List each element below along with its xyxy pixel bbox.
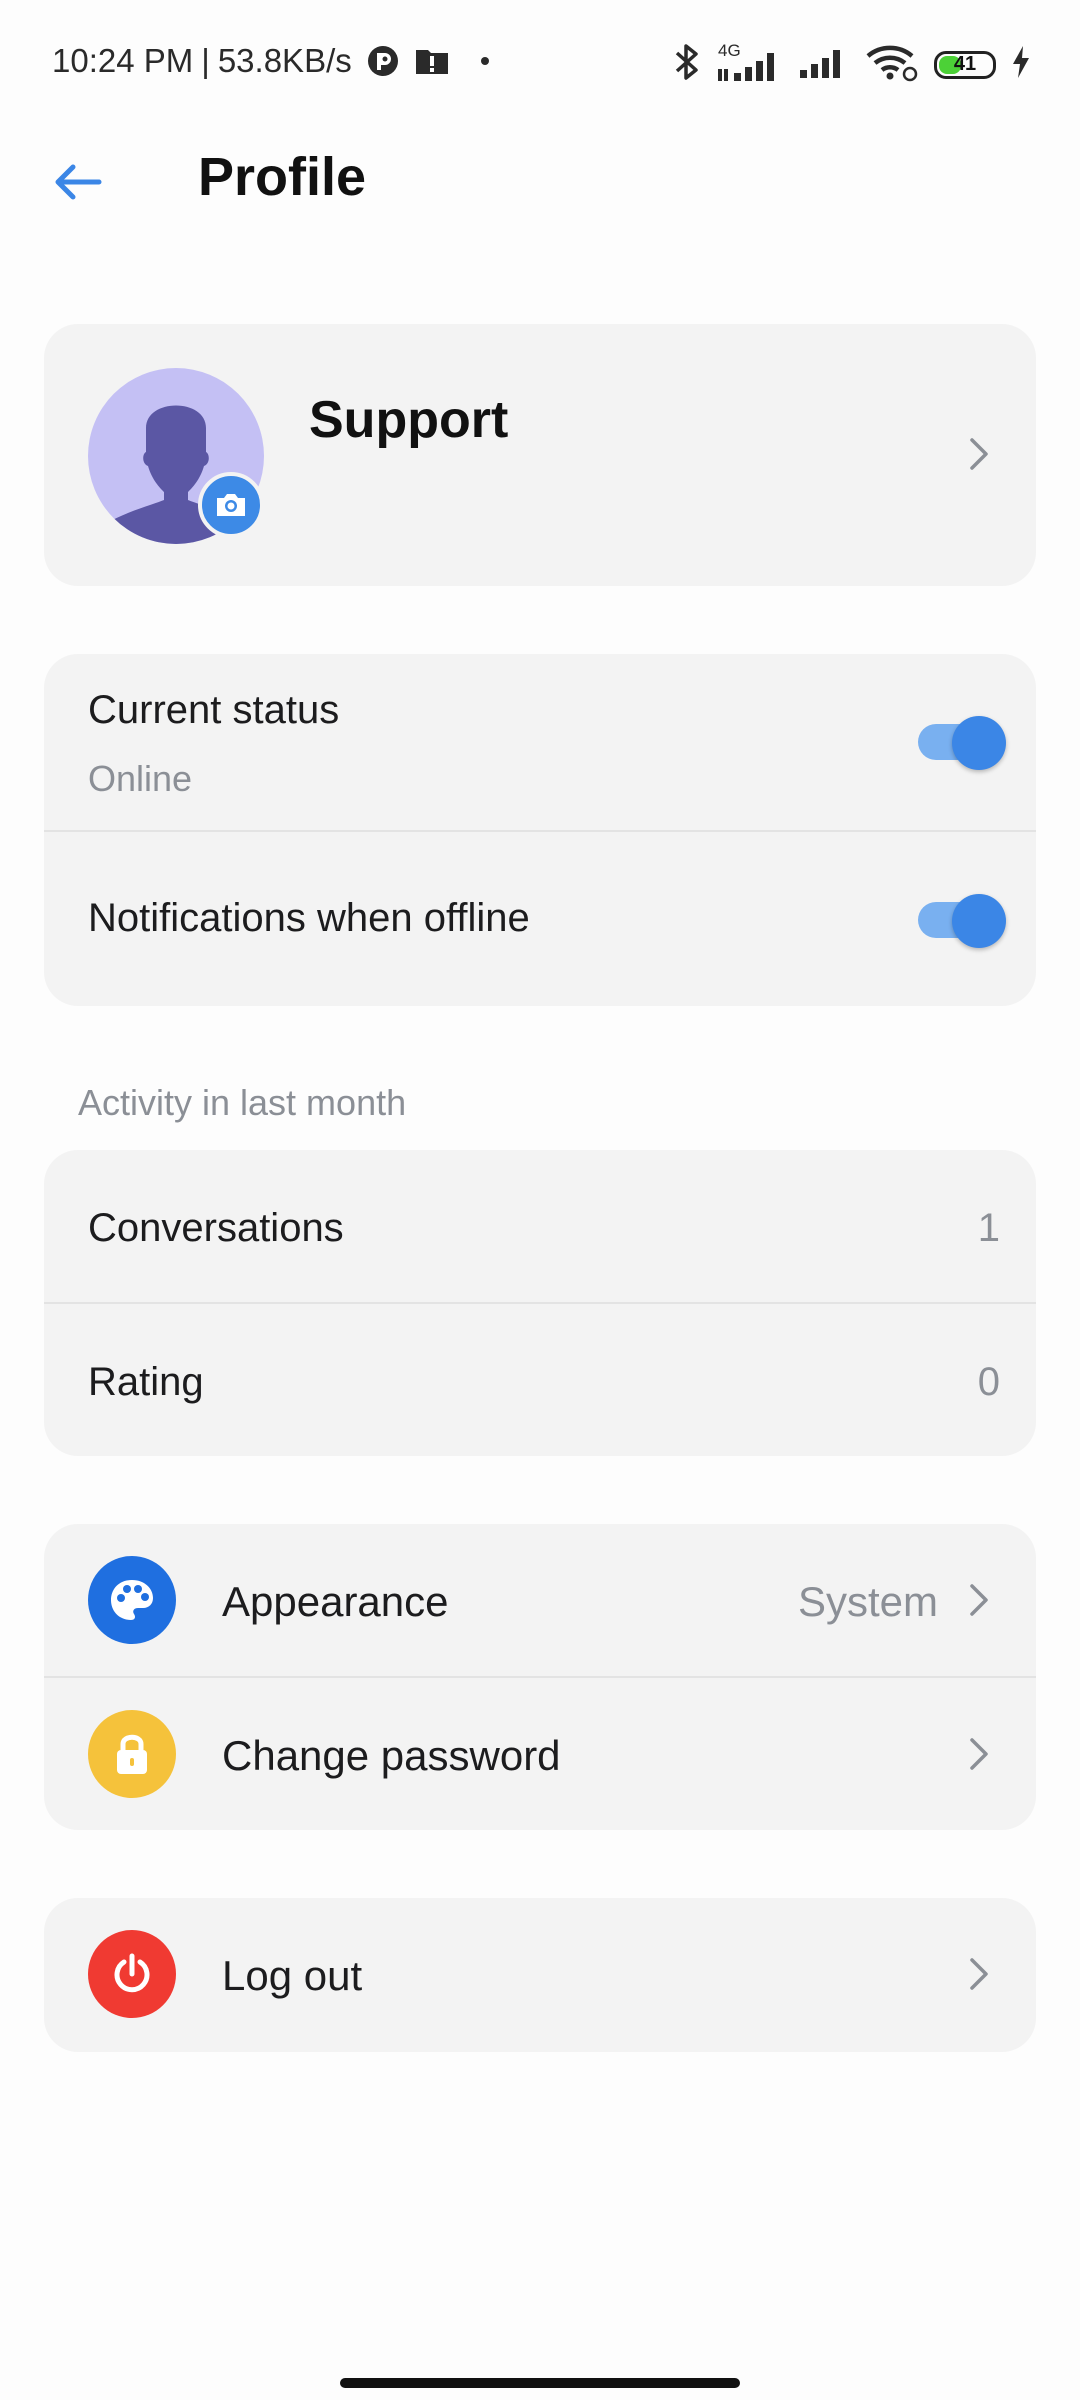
battery-icon: 41	[934, 50, 996, 79]
signal-icon	[800, 42, 850, 87]
current-status-toggle[interactable]	[918, 716, 1006, 770]
charging-icon	[1012, 46, 1030, 83]
appearance-value: System	[797, 1578, 938, 1625]
status-bar-left: 10:24 PM | 53.8KB/s	[52, 42, 490, 80]
signal-icon: 4G	[718, 41, 784, 85]
alert-icon	[414, 46, 450, 76]
page-title: Profile	[198, 147, 367, 207]
appearance-label: Appearance	[222, 1578, 449, 1625]
rating-value: 0	[977, 1360, 1000, 1404]
current-status-value: Online	[88, 758, 193, 799]
network-speed: 53.8KB/s	[217, 42, 352, 79]
back-button[interactable]	[46, 150, 110, 214]
logout-row[interactable]: Log out	[44, 1898, 1036, 2052]
settings-card: Appearance System Change password	[44, 1524, 1036, 1830]
status-separator: |	[201, 42, 210, 79]
change-password-label: Change password	[222, 1732, 561, 1779]
offline-notifications-label: Notifications when offline	[88, 896, 530, 940]
offline-notifications-row[interactable]: Notifications when offline	[44, 830, 1036, 1006]
chevron-right-icon	[970, 1738, 988, 1770]
logout-card: Log out	[44, 1898, 1036, 2052]
profile-name: Support	[309, 391, 509, 449]
activity-card: Conversations 1 Rating 0	[44, 1150, 1036, 1456]
wifi-icon	[866, 42, 918, 87]
lock-icon	[88, 1710, 176, 1798]
current-status-label: Current status	[88, 688, 340, 732]
battery-level: 41	[953, 53, 977, 75]
rating-label: Rating	[88, 1360, 204, 1404]
change-password-row[interactable]: Change password	[44, 1676, 1036, 1830]
appearance-row[interactable]: Appearance System	[44, 1524, 1036, 1676]
arrow-left-icon	[55, 164, 102, 200]
status-card: Current status Online Notifications when…	[44, 654, 1036, 1006]
camera-icon	[217, 494, 245, 516]
power-icon	[88, 1930, 176, 2018]
chevron-right-icon	[970, 1584, 988, 1616]
bluetooth-icon	[672, 42, 702, 87]
offline-notifications-toggle[interactable]	[918, 894, 1006, 948]
change-photo-button[interactable]	[198, 472, 264, 538]
chevron-right-icon	[970, 1958, 988, 1990]
clock: 10:24 PM	[52, 42, 194, 79]
logout-label: Log out	[222, 1952, 363, 1999]
activity-section-title: Activity in last month	[78, 1082, 407, 1123]
list-item: Conversations 1	[44, 1150, 1036, 1302]
conversations-value: 1	[977, 1206, 1000, 1250]
palette-icon	[88, 1556, 176, 1644]
home-indicator[interactable]	[340, 2378, 740, 2388]
app-notification-icon	[366, 44, 400, 78]
current-status-row[interactable]: Current status Online	[44, 654, 1036, 830]
dot-icon	[480, 56, 490, 66]
list-item: Rating 0	[44, 1302, 1036, 1456]
status-bar: 10:24 PM | 53.8KB/s 4G 41	[0, 0, 1080, 130]
chevron-right-icon	[970, 438, 988, 470]
profile-card[interactable]: Support	[44, 324, 1036, 586]
status-bar-right: 4G 41	[672, 41, 1030, 87]
conversations-label: Conversations	[88, 1206, 344, 1250]
